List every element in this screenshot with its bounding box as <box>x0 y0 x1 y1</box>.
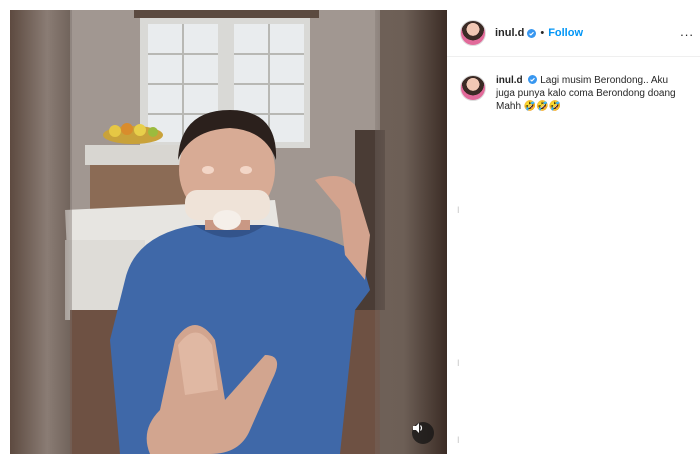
scroll-mark: I <box>457 205 460 215</box>
video-player[interactable] <box>10 10 447 454</box>
speaker-icon[interactable] <box>412 422 434 444</box>
speaker-icon-glyph <box>413 423 423 433</box>
scroll-mark: I <box>457 435 460 445</box>
caption-username[interactable]: inul.d <box>496 75 523 86</box>
post-side-panel: inul.d • Follow ... inul.d Lagi musim Be… <box>447 10 700 454</box>
caption-text-block: inul.d Lagi musim Berondong.. Aku juga p… <box>496 74 676 113</box>
caption-avatar[interactable] <box>460 75 486 101</box>
instagram-embed: inul.d • Follow ... inul.d Lagi musim Be… <box>0 0 700 465</box>
more-options-icon[interactable]: ... <box>680 24 694 39</box>
caption: inul.d Lagi musim Berondong.. Aku juga p… <box>460 74 690 113</box>
post-header: inul.d • Follow ... <box>447 10 700 57</box>
caption-body: Lagi musim Berondong.. Aku juga punya ka… <box>496 75 676 112</box>
verified-badge-icon <box>528 75 538 84</box>
blurred-edge-right <box>375 10 447 454</box>
follow-button[interactable]: Follow <box>548 27 583 39</box>
avatar[interactable] <box>460 20 486 46</box>
verified-badge-icon <box>527 28 537 38</box>
username-link[interactable]: inul.d <box>495 27 524 39</box>
separator-dot: • <box>540 27 545 39</box>
scroll-mark: I <box>457 358 460 368</box>
blurred-edge-left <box>10 10 72 454</box>
